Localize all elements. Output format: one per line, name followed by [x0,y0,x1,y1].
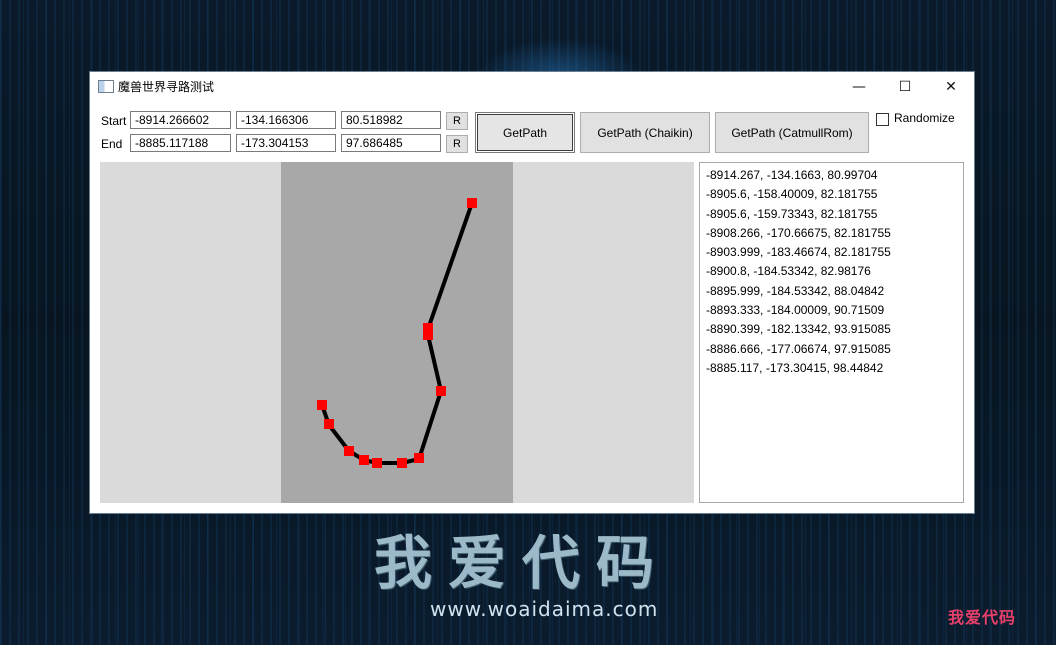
getpath-catmullrom-button[interactable]: GetPath (CatmullRom) [715,112,869,153]
list-item[interactable]: -8900.8, -184.53342, 82.98176 [706,262,963,281]
waypoint-marker [317,400,327,410]
list-item[interactable]: -8903.999, -183.46674, 82.181755 [706,243,963,262]
minimize-icon: — [852,79,866,95]
end-label: End [101,137,123,151]
getpath-button[interactable]: GetPath [475,112,575,153]
start-z-input[interactable] [341,111,441,129]
waypoint-marker [423,330,433,340]
logo-stamp: 我爱代码 [948,608,1017,627]
maximize-icon: ☐ [898,79,912,95]
waypoint-marker [414,453,424,463]
window-title: 魔兽世界寻路测试 [118,80,215,94]
end-x-input[interactable] [130,134,231,152]
waypoint-marker [397,458,407,468]
title-bar[interactable]: 魔兽世界寻路测试 — ☐ ✕ [90,72,974,102]
waypoint-marker [372,458,382,468]
watermark-url: www.woaidaima.com [430,597,659,621]
path-canvas[interactable] [100,162,694,503]
end-random-button[interactable]: R [446,135,468,153]
list-item[interactable]: -8895.999, -184.53342, 88.04842 [706,282,963,301]
list-item[interactable]: -8914.267, -134.1663, 80.99704 [706,166,963,185]
close-icon: ✕ [945,79,957,95]
waypoint-marker [359,455,369,465]
list-item[interactable]: -8890.399, -182.13342, 93.915085 [706,320,963,339]
start-y-input[interactable] [236,111,336,129]
close-button[interactable]: ✕ [928,72,974,102]
start-random-button[interactable]: R [446,112,468,130]
end-z-input[interactable] [341,134,441,152]
list-item[interactable]: -8905.6, -158.40009, 82.181755 [706,185,963,204]
waypoint-marker [436,386,446,396]
start-x-input[interactable] [130,111,231,129]
waypoint-marker [344,446,354,456]
watermark-text: 我爱代码 [374,529,671,597]
waypoint-marker [467,198,477,208]
getpath-chaikin-button[interactable]: GetPath (Chaikin) [580,112,710,153]
randomize-label[interactable]: Randomize [894,111,955,125]
path-points-list[interactable]: -8914.267, -134.1663, 80.99704 -8905.6, … [699,162,964,503]
minimize-button[interactable]: — [836,72,882,102]
path-svg [281,162,513,503]
list-item[interactable]: -8893.333, -184.00009, 90.71509 [706,301,963,320]
app-window-icon [98,80,114,93]
end-y-input[interactable] [236,134,336,152]
start-label: Start [101,114,127,128]
list-item[interactable]: -8908.266, -170.66675, 82.181755 [706,224,963,243]
list-item[interactable]: -8886.666, -177.06674, 97.915085 [706,340,963,359]
waypoint-marker [324,419,334,429]
list-item[interactable]: -8885.117, -173.30415, 98.44842 [706,359,963,378]
app-window: 魔兽世界寻路测试 — ☐ ✕ Start R End R GetPath Get… [90,72,974,513]
randomize-checkbox[interactable] [876,113,889,126]
navmesh-tile [281,162,513,503]
maximize-button[interactable]: ☐ [882,72,928,102]
list-item[interactable]: -8905.6, -159.73343, 82.181755 [706,205,963,224]
